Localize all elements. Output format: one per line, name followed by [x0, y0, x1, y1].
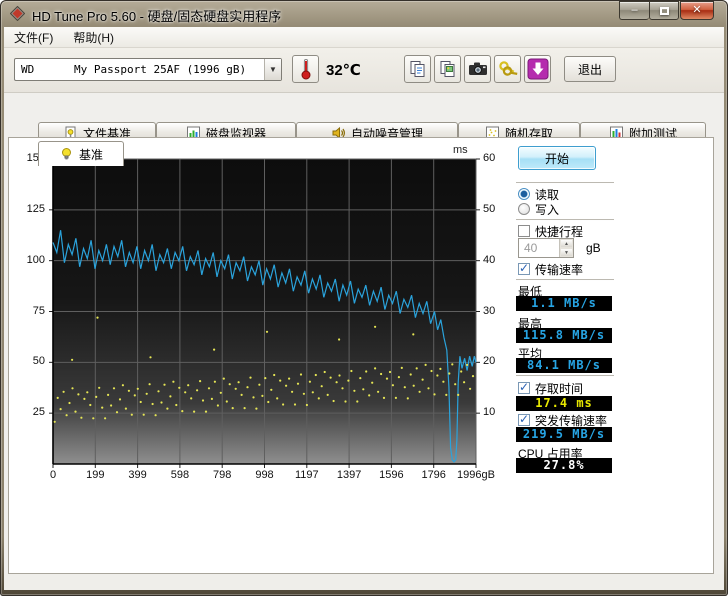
- menu-bar: 文件(F) 帮助(H): [4, 27, 724, 48]
- x-axis-tick-label: 1996gB: [457, 469, 495, 481]
- x-axis-tick-label: 598: [171, 469, 189, 481]
- maximize-icon: [660, 7, 669, 15]
- short-stroke-label: 快捷行程: [535, 223, 583, 240]
- chevron-down-icon[interactable]: ▼: [264, 59, 281, 80]
- save-results-icon: [527, 58, 549, 80]
- y-right-tick-label: 50: [483, 203, 509, 216]
- temperature-button[interactable]: [292, 55, 319, 83]
- app-icon: [10, 6, 25, 21]
- burst-rate-label: 突发传输速率: [535, 412, 607, 429]
- menu-help[interactable]: 帮助(H): [63, 27, 124, 47]
- save-results-button[interactable]: [524, 55, 551, 83]
- lightbulb-icon: [59, 147, 74, 161]
- spinner-up-icon[interactable]: ▲: [560, 239, 573, 248]
- copy-text-icon: [409, 60, 427, 78]
- minimize-button[interactable]: –: [619, 1, 649, 20]
- x-axis-tick-label: 998: [255, 469, 273, 481]
- drive-select[interactable]: WD My Passport 25AF (1996 gB) ▼: [14, 58, 282, 81]
- x-axis-tick-label: 399: [128, 469, 146, 481]
- transfer-rate-checkbox[interactable]: [518, 263, 530, 275]
- x-axis-tick-label: 798: [213, 469, 231, 481]
- y-left-tick-label: 50: [13, 355, 45, 368]
- y-left-tick-label: 100: [13, 254, 45, 267]
- tab-label: 基准: [79, 146, 103, 163]
- toolbar: WD My Passport 25AF (1996 gB) ▼ 32℃: [4, 48, 724, 93]
- short-stroke-checkbox[interactable]: [518, 225, 530, 237]
- y-right-tick-label: 60: [483, 152, 509, 165]
- x-axis-tick-label: 0: [50, 469, 56, 481]
- copy-text-button[interactable]: [404, 55, 431, 83]
- x-axis-tick-label: 1596: [379, 469, 403, 481]
- keys-icon: [498, 60, 518, 78]
- close-icon: ✕: [692, 5, 701, 16]
- start-button[interactable]: 开始: [518, 146, 596, 170]
- capacity-unit-label: gB: [586, 241, 601, 255]
- x-axis-tick-label: 1397: [337, 469, 361, 481]
- y-right-tick-label: 30: [483, 305, 509, 318]
- capacity-value: 40: [519, 241, 559, 255]
- title-bar[interactable]: HD Tune Pro 5.60 - 硬盘/固态硬盘实用程序 – ✕: [0, 0, 728, 27]
- separator: [516, 219, 614, 221]
- window-controls: – ✕: [619, 1, 714, 20]
- burst-rate-checkbox[interactable]: [518, 414, 530, 426]
- max-transfer-value: 115.8 MB/s: [516, 328, 612, 343]
- app-window: HD Tune Pro 5.60 - 硬盘/固态硬盘实用程序 – ✕ 文件(F)…: [0, 0, 728, 596]
- maximize-button[interactable]: [649, 1, 679, 20]
- min-transfer-value: 1.1 MB/s: [516, 296, 612, 311]
- camera-icon: [468, 61, 488, 77]
- x-axis-tick-label: 199: [86, 469, 104, 481]
- y-left-tick-label: 75: [13, 305, 45, 318]
- y-left-tick-label: 25: [13, 406, 45, 419]
- x-axis-tick-label: 1796: [421, 469, 445, 481]
- cpu-usage-value: 27.8%: [516, 458, 612, 473]
- thermometer-icon: [300, 58, 312, 80]
- access-time-value: 17.4 ms: [516, 396, 612, 411]
- write-radio-label: 写入: [535, 201, 559, 218]
- tab-benchmark[interactable]: 基准: [38, 141, 124, 166]
- spinner-down-icon[interactable]: ▼: [560, 248, 573, 257]
- close-button[interactable]: ✕: [680, 1, 714, 20]
- y-right-tick-label: 10: [483, 406, 509, 419]
- minimize-icon: –: [631, 5, 637, 16]
- menu-file[interactable]: 文件(F): [4, 27, 63, 47]
- access-time-checkbox[interactable]: [518, 382, 530, 394]
- temperature-value: 32℃: [326, 61, 361, 79]
- y-right-tick-label: 40: [483, 254, 509, 267]
- read-radio[interactable]: [518, 188, 530, 200]
- burst-rate-value: 219.5 MB/s: [516, 427, 612, 442]
- capacity-spinner[interactable]: 40 ▲▼: [518, 238, 574, 258]
- status-area: [4, 574, 724, 590]
- transfer-rate-label: 传输速率: [535, 261, 583, 278]
- y-right-tick-label: 20: [483, 355, 509, 368]
- benchmark-chart: [45, 153, 485, 471]
- separator: [516, 375, 614, 377]
- license-keys-button[interactable]: [494, 55, 521, 83]
- window-title: HD Tune Pro 5.60 - 硬盘/固态硬盘实用程序: [32, 6, 281, 25]
- benchmark-panel: MB/s ms 开始 读取 写入 快捷行程 40 ▲▼ gB 传输速率 最低 1…: [8, 137, 714, 574]
- access-time-label: 存取时间: [535, 380, 583, 397]
- avg-transfer-value: 84.1 MB/s: [516, 358, 612, 373]
- screenshot-button[interactable]: [464, 55, 491, 83]
- separator: [516, 182, 614, 184]
- copy-image-button[interactable]: [434, 55, 461, 83]
- separator: [516, 279, 614, 281]
- client-area: 文件(F) 帮助(H) WD My Passport 25AF (1996 gB…: [4, 27, 724, 590]
- write-radio[interactable]: [518, 203, 530, 215]
- x-axis-tick-label: 1197: [295, 469, 319, 481]
- y-left-tick-label: 125: [13, 203, 45, 216]
- exit-button[interactable]: 退出: [564, 56, 616, 82]
- drive-select-value: WD My Passport 25AF (1996 gB): [15, 63, 264, 76]
- copy-image-icon: [439, 60, 457, 78]
